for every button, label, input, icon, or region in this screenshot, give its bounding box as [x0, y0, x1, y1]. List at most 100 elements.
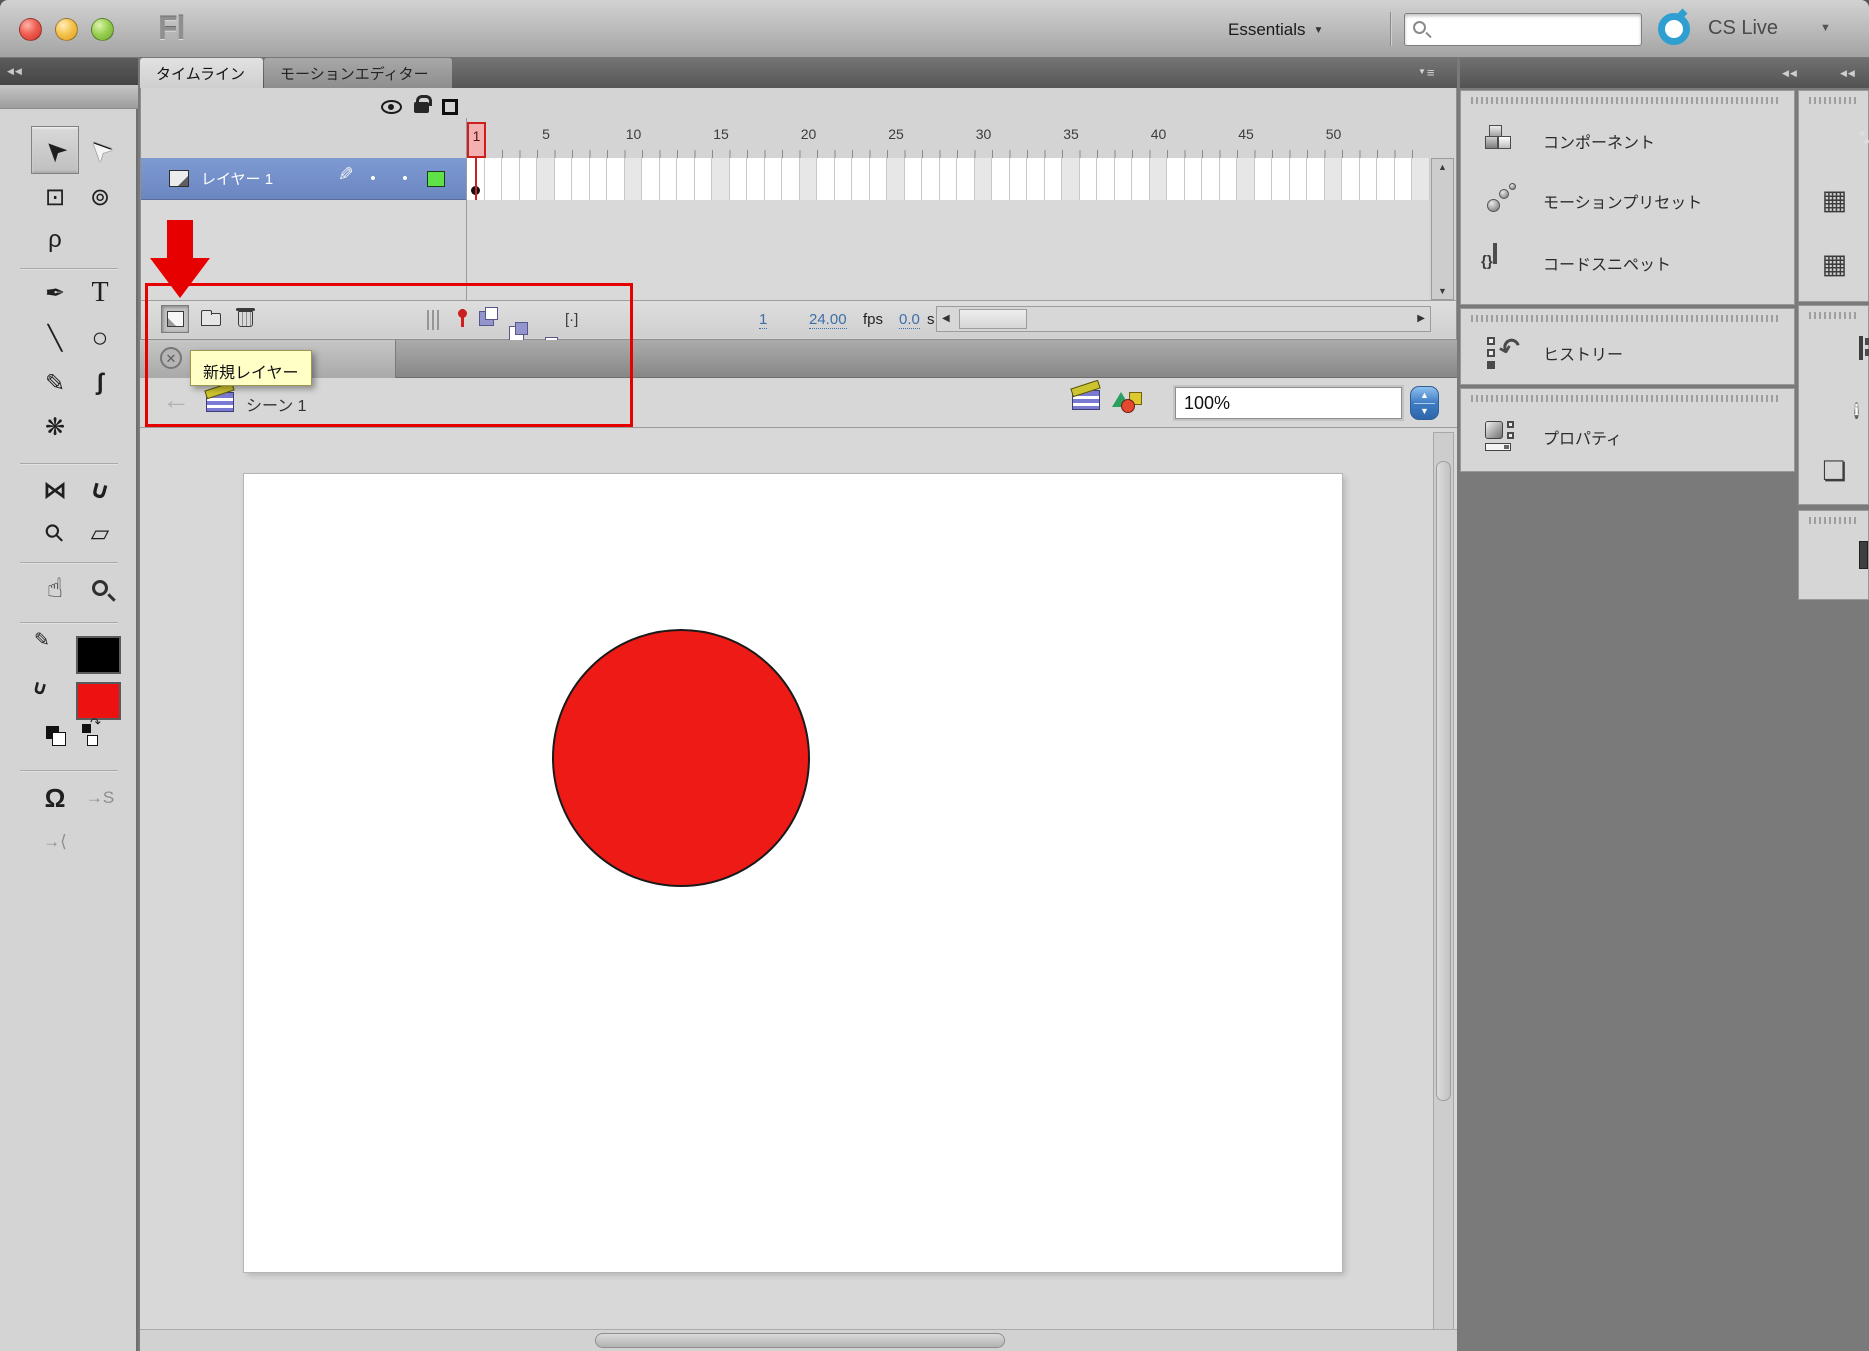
text-tool[interactable]: T — [78, 271, 122, 315]
frame-cell[interactable] — [975, 158, 993, 200]
frame-cell[interactable] — [922, 158, 940, 200]
stage-zoom-stepper[interactable]: ▲ ▼ — [1410, 386, 1439, 420]
collapse-panels-button[interactable]: ◀◀ — [1782, 68, 1798, 79]
frame-cell[interactable] — [502, 158, 520, 200]
lock-layers-icon[interactable] — [414, 102, 429, 113]
scroll-right-icon[interactable]: ▶ — [1417, 313, 1425, 324]
scroll-left-icon[interactable]: ◀ — [942, 313, 950, 324]
elapsed-time-value[interactable]: 0.0 — [899, 311, 920, 329]
frame-cell[interactable] — [625, 158, 643, 200]
hand-tool[interactable]: ☝ — [33, 566, 77, 610]
frame-cell[interactable] — [1097, 158, 1115, 200]
close-window-button[interactable] — [19, 18, 42, 41]
frame-cell[interactable] — [677, 158, 695, 200]
frame-cell[interactable] — [1307, 158, 1325, 200]
modify-markers-button[interactable]: [·] — [565, 311, 578, 328]
document-tab[interactable]: ✕ レイヤー.fla — [140, 340, 396, 378]
onion-skin-outlines-button[interactable] — [509, 326, 524, 341]
kuler-panel-button[interactable]: ▦ — [1799, 249, 1869, 280]
collapse-icon-strip-button[interactable]: ◀◀ — [1840, 68, 1856, 79]
panel-grip[interactable] — [1809, 312, 1856, 319]
frame-cell[interactable] — [1115, 158, 1133, 200]
timeline-vertical-scrollbar[interactable]: ▲ ▼ — [1431, 158, 1454, 300]
eraser-tool[interactable]: ▱ — [78, 511, 122, 555]
stage-zoom-input[interactable] — [1184, 391, 1394, 415]
3d-rotation-tool[interactable]: ⊚ — [78, 175, 122, 219]
search-box[interactable] — [1404, 13, 1642, 46]
tab-motion-editor[interactable]: モーションエディター — [264, 58, 452, 88]
panel-grip[interactable] — [1471, 315, 1781, 322]
frame-cell[interactable] — [800, 158, 818, 200]
panel-resize-grip[interactable] — [427, 310, 440, 330]
scrollbar-thumb[interactable] — [959, 309, 1027, 329]
panel-grip[interactable] — [1471, 97, 1781, 104]
layer-outline-color-swatch[interactable] — [427, 171, 445, 187]
panel-button-components[interactable]: コンポーネント — [1461, 115, 1796, 165]
eyedropper-tool[interactable]: ⚲ — [33, 511, 77, 555]
frame-cell[interactable] — [957, 158, 975, 200]
brush-tool[interactable]: ʃ — [78, 361, 122, 405]
frame-cell[interactable] — [607, 158, 625, 200]
frame-cell[interactable] — [1080, 158, 1098, 200]
swatches-panel-button[interactable]: ▦ — [1799, 185, 1869, 216]
outline-layers-icon[interactable] — [442, 99, 458, 115]
tab-timeline[interactable]: タイムライン — [140, 58, 263, 88]
frame-cell[interactable] — [1027, 158, 1045, 200]
frame-cell[interactable] — [1132, 158, 1150, 200]
minimize-window-button[interactable] — [55, 18, 78, 41]
stage-pasteboard[interactable] — [140, 428, 1457, 1351]
free-transform-tool[interactable]: ⊡ — [33, 175, 77, 219]
layer-name[interactable]: レイヤー 1 — [201, 168, 331, 189]
frame-cell[interactable] — [1272, 158, 1290, 200]
center-frame-button[interactable] — [461, 309, 464, 327]
edit-scene-button[interactable] — [1072, 390, 1100, 410]
panel-grip[interactable] — [1809, 97, 1856, 104]
frame-cells-row[interactable] — [467, 158, 1429, 200]
frame-cell[interactable] — [572, 158, 590, 200]
frame-cell[interactable] — [1360, 158, 1378, 200]
playhead[interactable]: 1 — [467, 122, 486, 158]
stage-vertical-scrollbar[interactable] — [1433, 432, 1454, 1330]
frame-cell[interactable] — [940, 158, 958, 200]
frame-cell[interactable] — [695, 158, 713, 200]
frame-cell[interactable] — [1150, 158, 1168, 200]
frame-cell[interactable] — [887, 158, 905, 200]
frame-cell[interactable] — [1167, 158, 1185, 200]
workspace-switcher[interactable]: Essentials ▼ — [1228, 16, 1323, 44]
frame-cell[interactable] — [1342, 158, 1360, 200]
cs-live-button[interactable]: CS Live — [1708, 17, 1778, 40]
layer-visibility-dot[interactable]: • — [357, 170, 389, 187]
stage-canvas[interactable] — [244, 474, 1342, 1272]
black-and-white-button[interactable] — [46, 726, 59, 739]
info-panel-button[interactable]: i — [1799, 398, 1869, 424]
new-layer-button[interactable] — [161, 305, 189, 333]
frame-cell[interactable] — [1290, 158, 1308, 200]
frame-cell[interactable] — [1202, 158, 1220, 200]
red-circle-shape[interactable] — [552, 629, 810, 887]
delete-layer-button[interactable] — [231, 305, 259, 333]
paint-bucket-tool[interactable]: ∪ — [78, 468, 122, 512]
current-frame-value[interactable]: 1 — [759, 311, 767, 329]
stage-zoom-field[interactable] — [1175, 387, 1402, 419]
collapse-tools-dock[interactable]: ◀◀ — [0, 58, 138, 85]
frame-cell[interactable] — [1395, 158, 1413, 200]
close-icon[interactable]: ✕ — [160, 347, 182, 369]
panel-menu-icon[interactable]: ▼≡ — [1418, 65, 1436, 80]
show-hide-layers-icon[interactable] — [381, 100, 402, 114]
straighten-option[interactable]: →⟨ — [33, 820, 77, 864]
pen-tool[interactable]: ✒ — [33, 271, 77, 315]
frame-cell[interactable] — [555, 158, 573, 200]
panel-button-motion-presets[interactable]: モーションプリセット — [1461, 175, 1796, 225]
timeline-horizontal-scrollbar[interactable]: ◀ ▶ — [936, 306, 1431, 332]
smooth-option[interactable]: →S — [78, 776, 122, 820]
panel-button-properties[interactable]: プロパティ — [1461, 411, 1796, 461]
frame-cell[interactable] — [660, 158, 678, 200]
layer-lock-dot[interactable]: • — [389, 170, 421, 187]
bone-tool[interactable]: ⋈ — [33, 468, 77, 512]
zoom-tool[interactable] — [78, 566, 122, 610]
panel-grip[interactable] — [1809, 517, 1856, 524]
selection-tool[interactable]: ➤ — [33, 128, 77, 172]
lasso-tool[interactable]: ρ — [33, 218, 77, 262]
deco-tool[interactable]: ❋ — [33, 405, 77, 449]
search-input[interactable] — [1435, 16, 1635, 43]
